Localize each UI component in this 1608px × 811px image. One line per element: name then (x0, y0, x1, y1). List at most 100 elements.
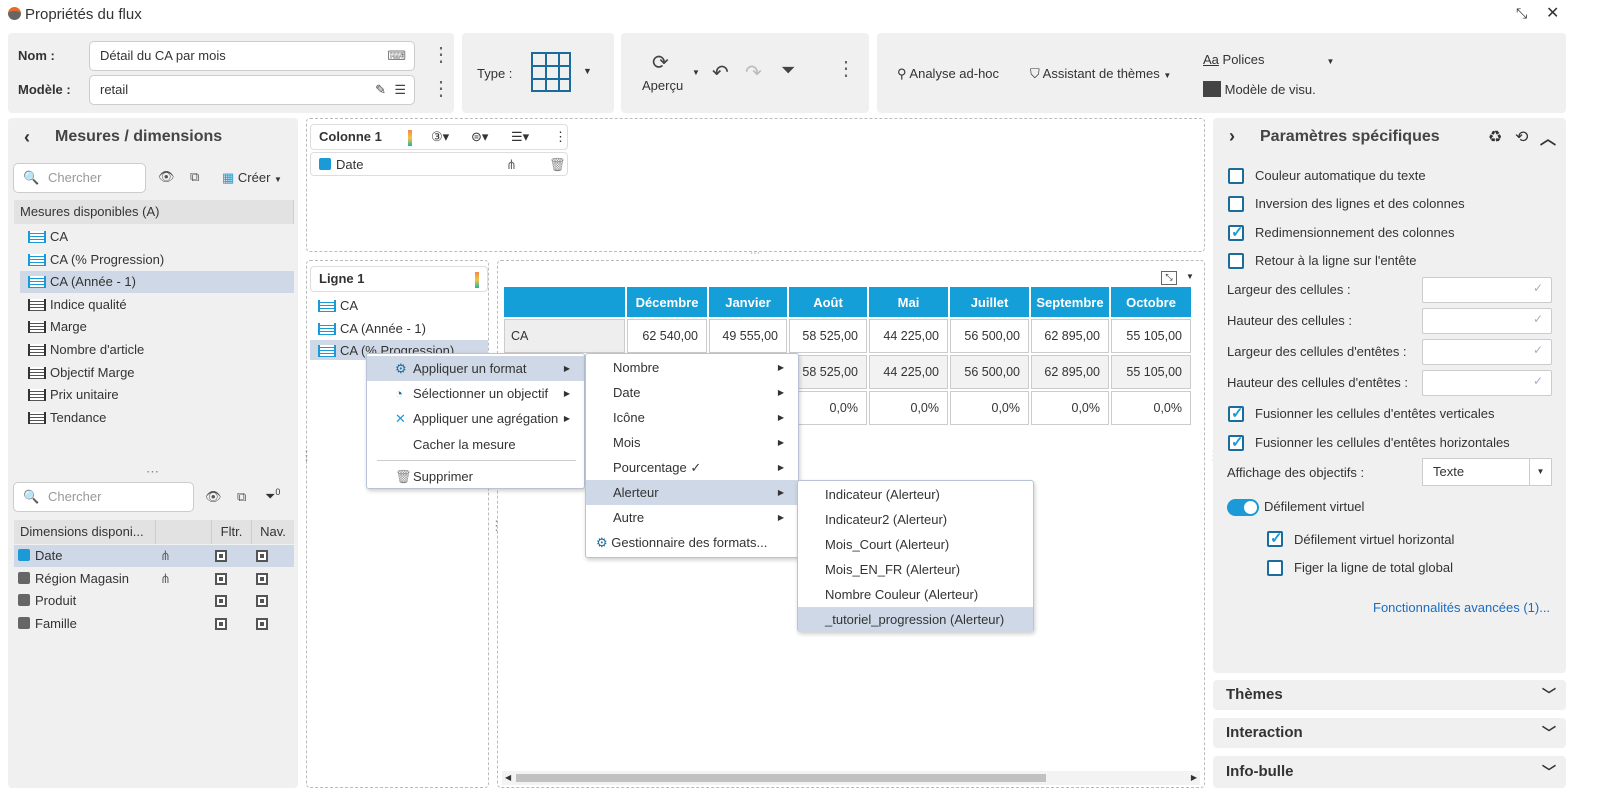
format-submenu-item[interactable]: Autre ▶ (586, 505, 798, 530)
alerter-item[interactable]: Mois_Court (Alerteur) (798, 532, 1033, 557)
dimension-search-input[interactable]: 🔍 Chercher (13, 482, 194, 512)
adhoc-button[interactable]: ⚲ Analyse ad-hoc (897, 66, 999, 82)
splitter-handle[interactable]: ⋮ (300, 448, 313, 464)
measure-item[interactable]: Marge (20, 316, 294, 338)
collapse-icon[interactable]: ⤡ (1516, 5, 1527, 22)
menu-hide-measure[interactable]: Cacher la mesure (367, 432, 584, 457)
dimension-item[interactable]: Date ⋔ (14, 545, 294, 567)
measure-search-input[interactable]: 🔍 Chercher (13, 163, 146, 193)
preview-dropdown-icon[interactable]: ▼ (692, 68, 700, 77)
menu-apply-format[interactable]: ⚙ Appliquer un format ▶ (367, 356, 584, 381)
virtual-h-checkbox[interactable] (1267, 529, 1283, 547)
type-dropdown-icon[interactable]: ▼ (583, 66, 592, 76)
copy-icon[interactable]: ⧉ (190, 169, 199, 185)
format-submenu-item[interactable]: Nombre ▶ (586, 355, 798, 380)
nav-checkbox[interactable] (256, 617, 268, 630)
alerter-item[interactable]: Mois_EN_FR (Alerteur) (798, 557, 1033, 582)
edit-icon[interactable]: ✎ (375, 76, 386, 104)
option-checkbox[interactable] (1228, 223, 1244, 241)
column-header[interactable]: Octobre (1111, 287, 1191, 317)
undo-icon[interactable]: ↶ (712, 60, 729, 85)
filter-checkbox[interactable] (215, 572, 227, 585)
measure-item[interactable]: CA (20, 226, 294, 248)
alerter-item[interactable]: Indicateur (Alerteur) (798, 482, 1033, 507)
measure-item[interactable]: Objectif Marge (20, 362, 294, 384)
column-header[interactable]: Janvier (709, 287, 787, 317)
dimension-item[interactable]: Produit (14, 590, 294, 612)
trash-icon[interactable]: 🗑 (549, 153, 566, 177)
size-field-input[interactable] (1422, 339, 1552, 365)
measure-item[interactable]: CA (% Progression) (20, 249, 294, 271)
create-button[interactable]: ▦ Créer ▼ (222, 170, 282, 186)
redo-icon[interactable]: ↷ (745, 60, 762, 85)
close-icon[interactable]: ✕ (1546, 3, 1559, 23)
column-header[interactable]: Mai (869, 287, 948, 317)
measure-item[interactable]: Nombre d'article (20, 339, 294, 361)
rank-icon[interactable]: ③▾ (431, 125, 449, 149)
recycle-icon[interactable]: ♻ (1488, 127, 1502, 147)
splitter-handle[interactable]: ⋯ (750, 248, 760, 259)
preview-options-icon[interactable]: ▼ (1186, 272, 1194, 281)
menu-select-objective[interactable]: ◔ Sélectionner un objectif ▶ (367, 381, 584, 406)
alerter-item[interactable]: _tutoriel_progression (Alerteur) (798, 607, 1033, 632)
color-scale-icon[interactable] (475, 272, 479, 288)
filter-icon[interactable]: ⏷ (781, 60, 795, 81)
filter-checkbox[interactable] (215, 550, 227, 562)
column-header[interactable]: Août (789, 287, 867, 317)
model-more-icon[interactable] (431, 86, 435, 94)
fonts-button[interactable]: Aa Polices ▼ (1203, 52, 1334, 67)
dimension-item[interactable]: Famille (14, 613, 294, 635)
accordion-interaction[interactable]: Interaction ﹀ (1213, 718, 1566, 748)
option-checkbox[interactable] (1228, 433, 1244, 451)
row-item[interactable]: CA (310, 295, 488, 317)
menu-delete[interactable]: 🗑 Supprimer (367, 464, 584, 489)
dimension-item[interactable]: Région Magasin ⋔ (14, 568, 294, 590)
column-item-date[interactable]: Date ⋔ 🗑 (310, 152, 568, 176)
size-field-input[interactable] (1422, 370, 1552, 396)
hide-icon[interactable]: 👁 (205, 489, 222, 505)
name-input[interactable]: Détail du CA par mois ⌨ (89, 41, 415, 71)
visu-model-button[interactable]: Modèle de visu. (1203, 81, 1316, 97)
accordion-themes[interactable]: Thèmes ﹀ (1213, 680, 1566, 710)
option-checkbox[interactable] (1228, 252, 1244, 269)
format-submenu-item[interactable]: Icône ▶ (586, 405, 798, 430)
size-field-input[interactable] (1422, 308, 1552, 334)
hide-icon[interactable]: 👁 (158, 169, 175, 185)
list-icon[interactable]: ☰ (394, 76, 406, 104)
filter-checkbox[interactable] (215, 617, 227, 630)
advanced-features-link[interactable]: Fonctionnalités avancées (1)... (1373, 600, 1550, 615)
measure-item[interactable]: Prix unitaire (20, 384, 294, 406)
preview-more-icon[interactable] (836, 66, 840, 74)
column-more-icon[interactable]: ⋮ (554, 125, 567, 149)
hierarchy-icon[interactable]: ⋔ (506, 153, 517, 177)
format-submenu-item[interactable]: Date ▶ (586, 380, 798, 405)
measure-item[interactable]: Indice qualité (20, 294, 294, 316)
align-icon[interactable]: ☰▾ (511, 125, 529, 149)
size-field-input[interactable] (1422, 277, 1552, 303)
translate-icon[interactable]: ⌨ (387, 42, 406, 70)
nav-checkbox[interactable] (256, 595, 268, 607)
option-checkbox[interactable] (1228, 168, 1244, 184)
expand-right-icon[interactable]: › (1229, 126, 1235, 147)
objectives-select[interactable]: Texte ▼ (1422, 458, 1552, 486)
horizontal-scrollbar[interactable]: ◀ ▶ (502, 771, 1200, 785)
column-header[interactable]: Décembre (627, 287, 707, 317)
collapse-left-icon[interactable]: ‹ (24, 127, 30, 148)
option-checkbox[interactable] (1228, 404, 1244, 422)
measure-item[interactable]: CA (Année - 1) (20, 271, 294, 294)
alerter-item[interactable]: Nombre Couleur (Alerteur) (798, 582, 1033, 607)
name-more-icon[interactable] (431, 52, 435, 60)
format-submenu-item[interactable]: ⚙ Gestionnaire des formats... (586, 530, 798, 555)
dimension-filter-button[interactable]: ⏷0 (265, 487, 280, 504)
virtual-scroll-toggle[interactable] (1227, 499, 1259, 516)
column-header[interactable]: Juillet (950, 287, 1029, 317)
table-type-icon[interactable] (531, 52, 571, 92)
collapse-section-icon[interactable]: ︿ (1540, 125, 1556, 149)
measure-item[interactable]: Tendance (20, 407, 294, 429)
preview-button[interactable]: Aperçu (642, 78, 683, 93)
menu-apply-aggregation[interactable]: ✕ Appliquer une agrégation ▶ (367, 406, 584, 431)
reset-icon[interactable]: ⟲ (1515, 127, 1528, 147)
scrollbar-thumb[interactable] (516, 774, 1046, 782)
filter-checkbox[interactable] (215, 595, 227, 607)
nav-checkbox[interactable] (256, 572, 268, 585)
